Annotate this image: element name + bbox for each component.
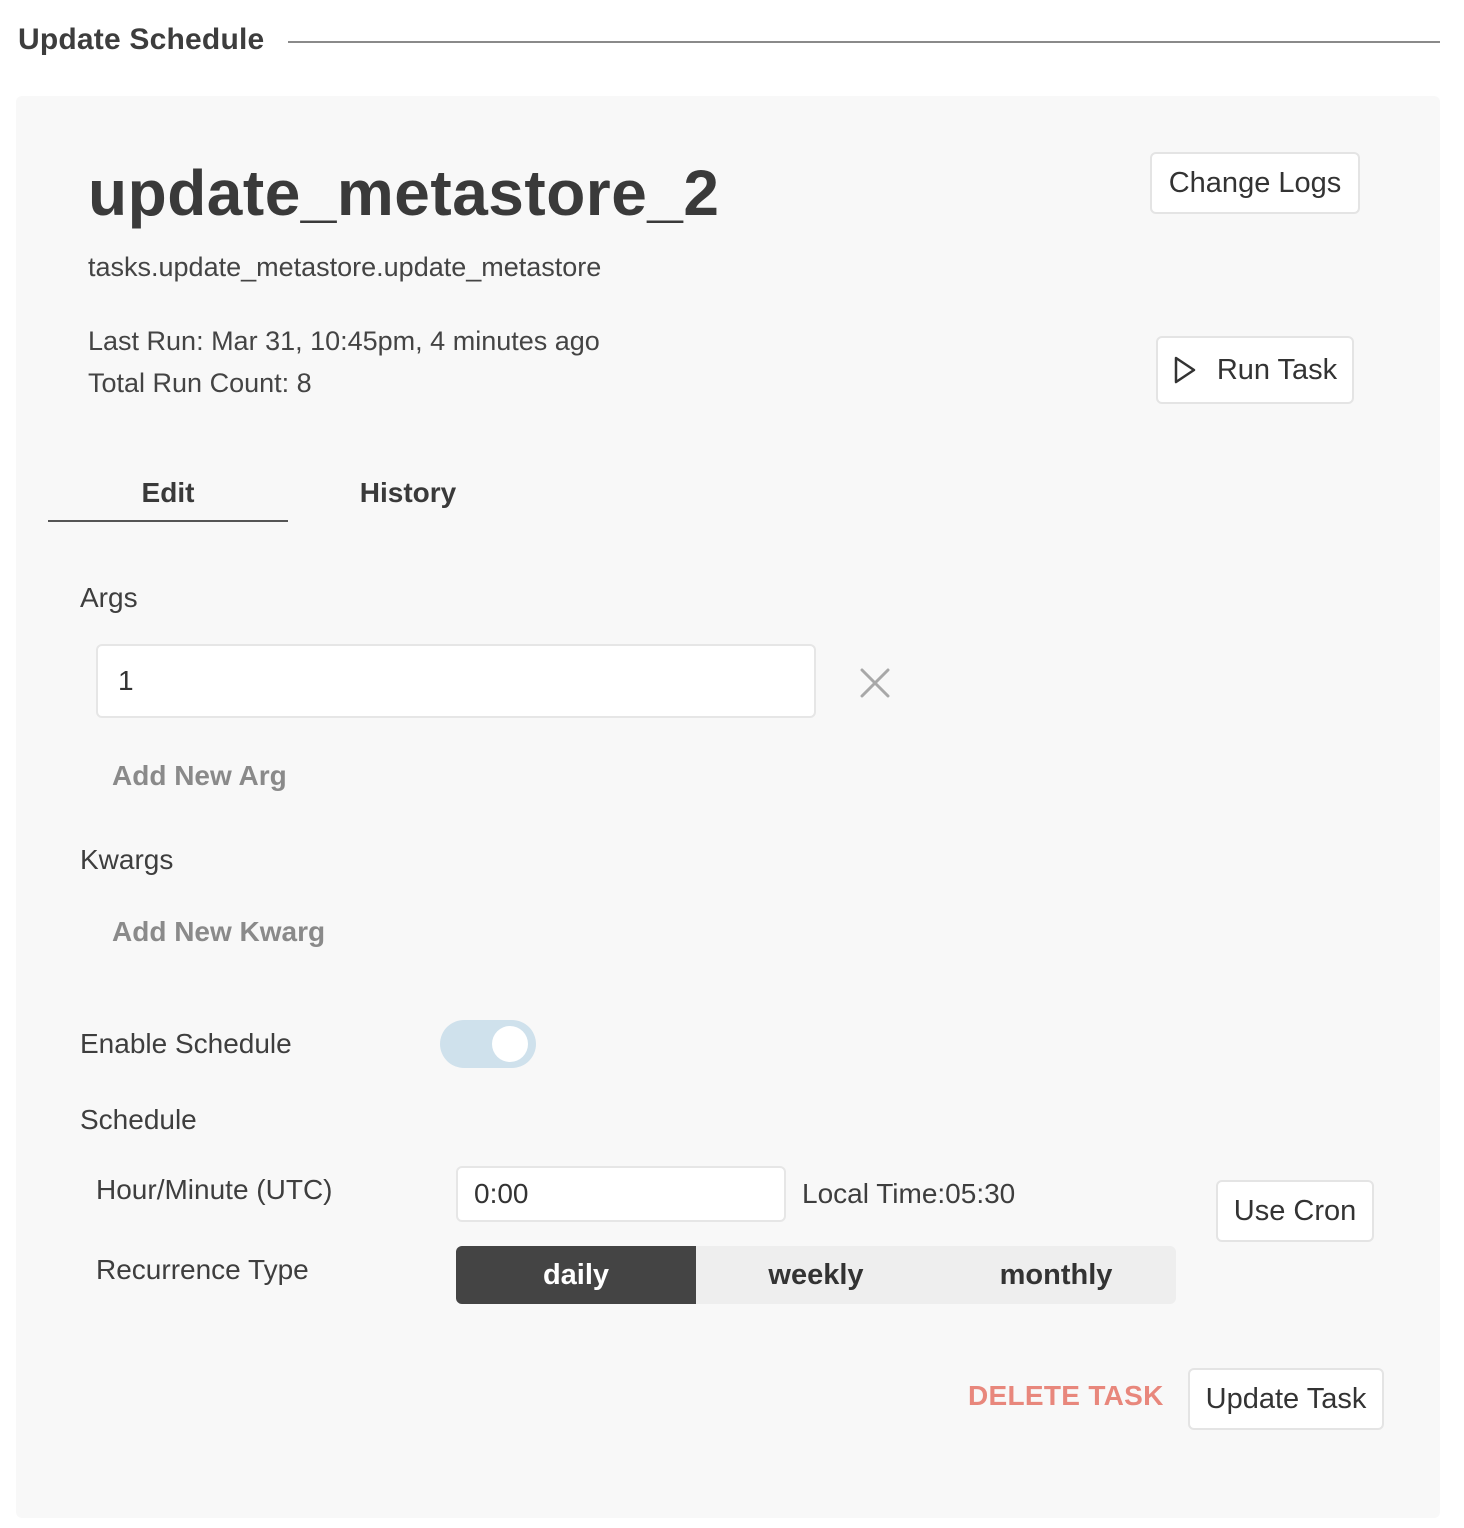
remove-arg-icon[interactable] xyxy=(858,666,892,700)
page-header: Update Schedule xyxy=(18,18,1440,62)
tab-bar: Edit History xyxy=(48,466,528,522)
hour-minute-input[interactable]: 0:00 xyxy=(456,1166,786,1222)
play-icon xyxy=(1173,356,1197,384)
hour-minute-value: 0:00 xyxy=(474,1178,529,1209)
local-time-text: Local Time:05:30 xyxy=(802,1178,1016,1209)
enable-schedule-label: Enable Schedule xyxy=(80,1028,292,1059)
tab-history[interactable]: History xyxy=(288,466,528,520)
recurrence-option-daily-label: daily xyxy=(542,1258,610,1291)
recurrence-type-label: Recurrence Type xyxy=(96,1254,309,1285)
recurrence-type-selector: daily weekly monthly xyxy=(456,1246,1176,1304)
delete-task-button[interactable]: DELETE TASK xyxy=(968,1380,1164,1412)
last-run-info: Last Run: Mar 31, 10:45pm, 4 minutes ago xyxy=(88,326,600,356)
use-cron-label: Use Cron xyxy=(1233,1194,1357,1227)
task-name: update_metastore_2 xyxy=(88,157,720,229)
tab-edit[interactable]: Edit xyxy=(48,466,288,522)
toggle-knob xyxy=(492,1026,528,1062)
use-cron-button[interactable]: Use Cron xyxy=(1216,1180,1374,1242)
run-task-label: Run Task xyxy=(1216,353,1338,386)
header-divider xyxy=(288,41,1440,43)
update-task-label: Update Task xyxy=(1205,1382,1367,1415)
change-logs-button[interactable]: Change Logs xyxy=(1150,152,1360,214)
args-label: Args xyxy=(80,582,138,613)
add-new-kwarg-button[interactable]: Add New Kwarg xyxy=(112,916,325,948)
arg-input-value: 1 xyxy=(118,665,134,696)
change-logs-label: Change Logs xyxy=(1168,166,1342,199)
schedule-label: Schedule xyxy=(80,1104,197,1135)
recurrence-option-daily[interactable]: daily xyxy=(456,1246,696,1304)
run-task-button[interactable]: Run Task xyxy=(1156,336,1354,404)
enable-schedule-toggle[interactable] xyxy=(440,1020,536,1068)
kwargs-label: Kwargs xyxy=(80,844,174,875)
arg-input[interactable]: 1 xyxy=(96,644,816,718)
recurrence-option-weekly[interactable]: weekly xyxy=(696,1246,936,1304)
update-task-button[interactable]: Update Task xyxy=(1188,1368,1384,1430)
run-count-info: Total Run Count: 8 xyxy=(88,368,312,398)
recurrence-option-monthly-label: monthly xyxy=(999,1258,1113,1291)
recurrence-option-monthly[interactable]: monthly xyxy=(936,1246,1176,1304)
task-card: update_metastore_2 tasks.update_metastor… xyxy=(16,96,1440,1518)
hour-minute-label: Hour/Minute (UTC) xyxy=(96,1174,333,1205)
tab-history-label: History xyxy=(359,477,457,508)
page-title: Update Schedule xyxy=(18,23,265,56)
add-new-arg-button[interactable]: Add New Arg xyxy=(112,760,287,792)
task-path: tasks.update_metastore.update_metastore xyxy=(88,252,602,282)
tab-edit-label: Edit xyxy=(141,477,195,508)
recurrence-option-weekly-label: weekly xyxy=(768,1258,864,1291)
